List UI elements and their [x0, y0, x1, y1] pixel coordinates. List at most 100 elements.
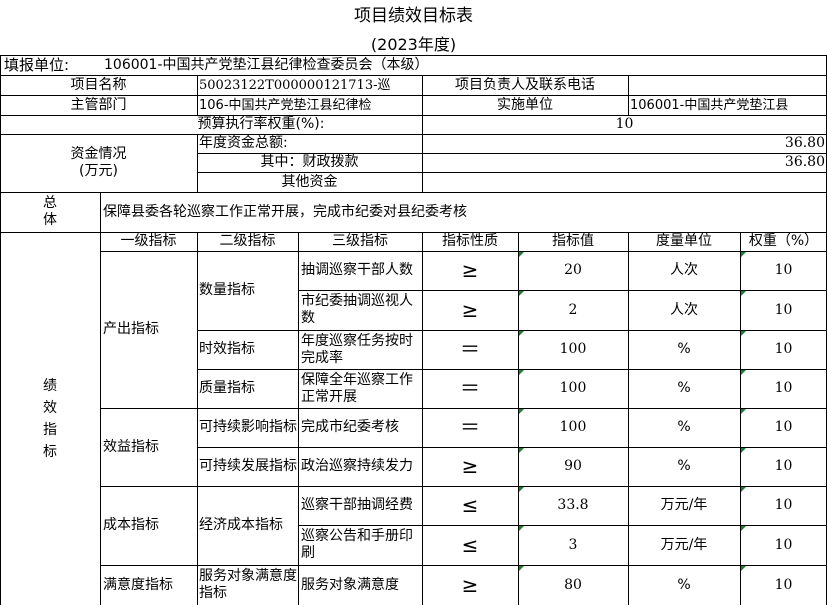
indicator-nature: ＝ [460, 337, 480, 361]
indicator-nature: ＝ [460, 376, 480, 400]
indicator-weight: 10 [774, 458, 793, 474]
indicator-unit: 万元/年 [660, 536, 708, 553]
funds-other-value [422, 172, 827, 192]
level1-satisfaction: 满意度指标 [103, 576, 173, 593]
cell-marker [741, 487, 746, 492]
indicator-unit: 万元/年 [660, 497, 708, 513]
cell-marker [741, 331, 746, 336]
cell-marker [741, 409, 746, 414]
indicator-value: 20 [564, 262, 582, 278]
indicator-weight: 10 [774, 341, 793, 357]
project-name-value: 50023122T000000121713-巡 [199, 77, 391, 93]
indicator-level3: 完成市纪委考核 [301, 419, 399, 435]
cell-marker [741, 370, 746, 375]
cell-marker [519, 331, 524, 336]
cell-marker [519, 526, 524, 531]
cell-marker [519, 448, 524, 453]
indicator-level3: 巡察公告和手册印刷 [301, 528, 413, 561]
indicator-weight: 10 [774, 536, 793, 553]
cell-marker [519, 409, 524, 414]
indicator-weight: 10 [774, 380, 793, 396]
funds-total-value: 36.80 [784, 135, 825, 151]
level2-economic-cost: 经济成本指标 [199, 517, 283, 533]
cell-marker [519, 566, 524, 571]
indicator-unit: % [677, 458, 691, 474]
indicator-unit: 人次 [670, 301, 698, 318]
indicator-weight: 10 [774, 419, 793, 435]
indicator-level3: 抽调巡察干部人数 [301, 262, 413, 278]
indicator-nature: ≥ [461, 258, 479, 282]
indicator-value: 100 [559, 419, 587, 435]
indicator-unit: % [677, 341, 691, 357]
indicator-value: 3 [568, 536, 578, 553]
level2-quality: 质量指标 [199, 380, 255, 396]
level2-service-satisfaction: 服务对象满意度指标 [199, 568, 297, 601]
level2-sustain-dev: 可持续发展指标 [199, 458, 297, 474]
header-level3: 三级指标 [332, 233, 388, 249]
level1-benefit: 效益指标 [103, 438, 159, 455]
indicator-value: 33.8 [557, 497, 589, 513]
reporter-label: 填报单位: [4, 56, 70, 74]
funds-fiscal-value: 36.80 [784, 154, 825, 170]
cell-marker [519, 252, 524, 257]
header-level1: 一级指标 [120, 233, 177, 249]
indicator-unit: % [677, 576, 691, 593]
impl-value: 106001-中国共产党垫江县 [630, 97, 789, 113]
cell-marker [741, 252, 746, 257]
impl-label: 实施单位 [497, 96, 553, 113]
indicator-level3: 服务对象满意度 [301, 576, 399, 593]
indicator-unit: 人次 [670, 262, 698, 278]
indicator-nature: ≥ [461, 454, 479, 478]
contact-value [628, 75, 827, 95]
project-name-label: 项目名称 [70, 76, 127, 93]
header-nature: 指标性质 [442, 233, 498, 249]
header-value: 指标值 [552, 233, 594, 249]
indicator-weight: 10 [774, 262, 793, 278]
indicator-nature: ＝ [460, 415, 480, 439]
indicator-weight: 10 [774, 301, 793, 318]
header-unit: 度量单位 [656, 233, 712, 249]
dept-label: 主管部门 [70, 96, 127, 113]
indicator-value: 100 [559, 380, 587, 396]
cell-marker [741, 566, 746, 571]
level2-quantity: 数量指标 [199, 282, 255, 298]
funds-fiscal-label: 其中：财政拨款 [260, 154, 359, 170]
indicator-value: 90 [564, 458, 582, 474]
indicator-level3: 巡察干部抽调经费 [301, 497, 413, 513]
indicator-nature: ≥ [461, 297, 479, 322]
budget-weight-label: 预算执行率权重(%): [197, 116, 325, 132]
page-title: 项目绩效目标表 [354, 6, 473, 26]
funds-other-label: 其他资金 [281, 173, 338, 190]
indicator-level3: 年度巡察任务按时完成率 [301, 332, 413, 366]
dept-value: 106-中国共产党垫江县纪律检 [199, 97, 372, 113]
indicator-nature: ≤ [461, 493, 479, 517]
indicator-unit: % [677, 380, 691, 396]
funds-total-label: 年度资金总额: [199, 135, 288, 151]
cell-marker [519, 291, 524, 296]
page-subtitle: (2023年度) [370, 34, 457, 54]
level1-cost: 成本指标 [103, 517, 159, 533]
cell-marker [741, 291, 746, 296]
level2-sustain-impact: 可持续影响指标 [199, 419, 297, 435]
indicator-weight: 10 [774, 497, 793, 513]
indicator-level3: 政治巡察持续发力 [301, 458, 413, 474]
indicator-nature: ≤ [461, 532, 479, 557]
cell-marker [741, 526, 746, 531]
cell-marker [519, 487, 524, 492]
cell-marker [519, 370, 524, 375]
reporter-value: 106001-中国共产党垫江县纪律检查委员会（本级） [104, 57, 429, 73]
cell-marker [741, 448, 746, 453]
indicator-weight: 10 [774, 576, 793, 593]
indicator-level3: 市纪委抽调巡视人数 [301, 293, 413, 326]
budget-weight-value: 10 [615, 116, 634, 132]
indicator-level3: 保障全年巡察工作正常开展 [301, 371, 413, 405]
indicator-value: 100 [559, 341, 587, 357]
level2-timeliness: 时效指标 [199, 341, 255, 357]
funds-label: 资金情况 (万元) [70, 146, 127, 179]
indicator-nature: ≥ [461, 572, 479, 597]
contact-label: 项目负责人及联系电话 [455, 76, 595, 93]
overall-text: 保障县委各轮巡察工作正常开展，完成市纪委对县纪委考核 [103, 203, 467, 220]
indicator-value: 80 [564, 576, 582, 593]
indicator-value: 2 [568, 301, 578, 318]
overall-label: 总 体 [43, 195, 57, 228]
